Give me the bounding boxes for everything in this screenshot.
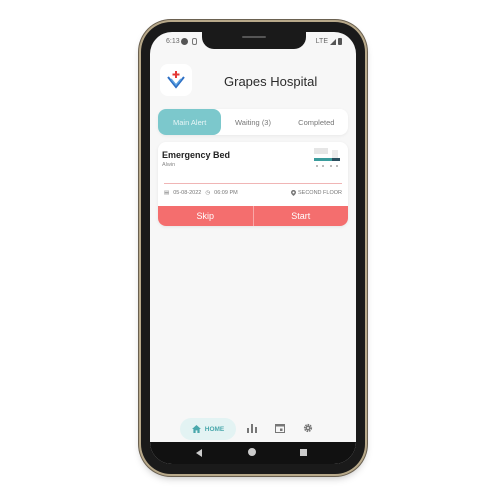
alert-card: Emergency Bed Alwin ▤ 05-08-2022 ◷ 06:09… — [158, 142, 348, 226]
card-divider — [164, 183, 342, 184]
alert-location: SECOND FLOOR — [290, 190, 342, 196]
alert-datetime: ▤ 05-08-2022 ◷ 06:09 PM — [164, 190, 238, 196]
start-button[interactable]: Start — [252, 206, 348, 226]
tab-completed[interactable]: Completed — [285, 109, 348, 135]
bed-image-icon — [314, 148, 340, 167]
status-right: LTE — [316, 38, 342, 45]
location-pin-icon — [290, 190, 296, 196]
home-button-icon[interactable] — [248, 448, 256, 456]
tab-waiting[interactable]: Waiting (3) — [221, 109, 284, 135]
nav-home-label: HOME — [204, 425, 225, 433]
page-title: Grapes Hospital — [224, 74, 318, 89]
notification-icon — [181, 38, 188, 45]
calendar-icon: ▤ — [164, 190, 170, 196]
back-icon[interactable] — [196, 449, 202, 457]
tab-main-alert[interactable]: Main Alert — [158, 109, 222, 135]
nav-home[interactable]: HOME — [180, 418, 236, 440]
notch — [202, 32, 306, 49]
notification-icon-2 — [192, 38, 197, 45]
app-header: Grapes Hospital — [150, 62, 356, 98]
system-nav-bar — [150, 442, 356, 464]
status-time: 6:13 — [166, 38, 180, 45]
alert-actions: Skip Start — [158, 206, 348, 226]
battery-icon — [338, 38, 342, 45]
skip-button[interactable]: Skip — [158, 206, 253, 226]
phone-frame: 6:13 LTE Grapes Hospital Main Alert Wait… — [141, 22, 365, 474]
phone-screen: 6:13 LTE Grapes Hospital Main Alert Wait… — [150, 32, 356, 464]
alert-requester: Alwin — [162, 162, 176, 168]
alert-time: 06:09 PM — [214, 190, 238, 196]
chart-icon — [247, 423, 257, 433]
signal-icon — [330, 38, 336, 45]
hospital-logo — [160, 64, 192, 96]
bottom-nav: HOME — [150, 416, 356, 442]
recent-apps-icon[interactable] — [300, 449, 307, 456]
clock-icon: ◷ — [205, 190, 211, 196]
network-label: LTE — [315, 38, 328, 45]
settings-icon — [303, 423, 313, 433]
location-label: SECOND FLOOR — [297, 190, 342, 196]
alert-date: 05-08-2022 — [173, 190, 202, 196]
nav-calendar[interactable] — [274, 422, 286, 434]
logo-icon — [167, 71, 185, 89]
alert-title: Emergency Bed — [162, 150, 231, 160]
home-icon — [191, 425, 201, 433]
tab-bar: Main Alert Waiting (3) Completed — [158, 109, 348, 135]
speaker — [242, 36, 266, 38]
nav-settings[interactable] — [302, 422, 314, 434]
calendar-icon — [275, 424, 285, 433]
nav-stats[interactable] — [246, 422, 258, 434]
